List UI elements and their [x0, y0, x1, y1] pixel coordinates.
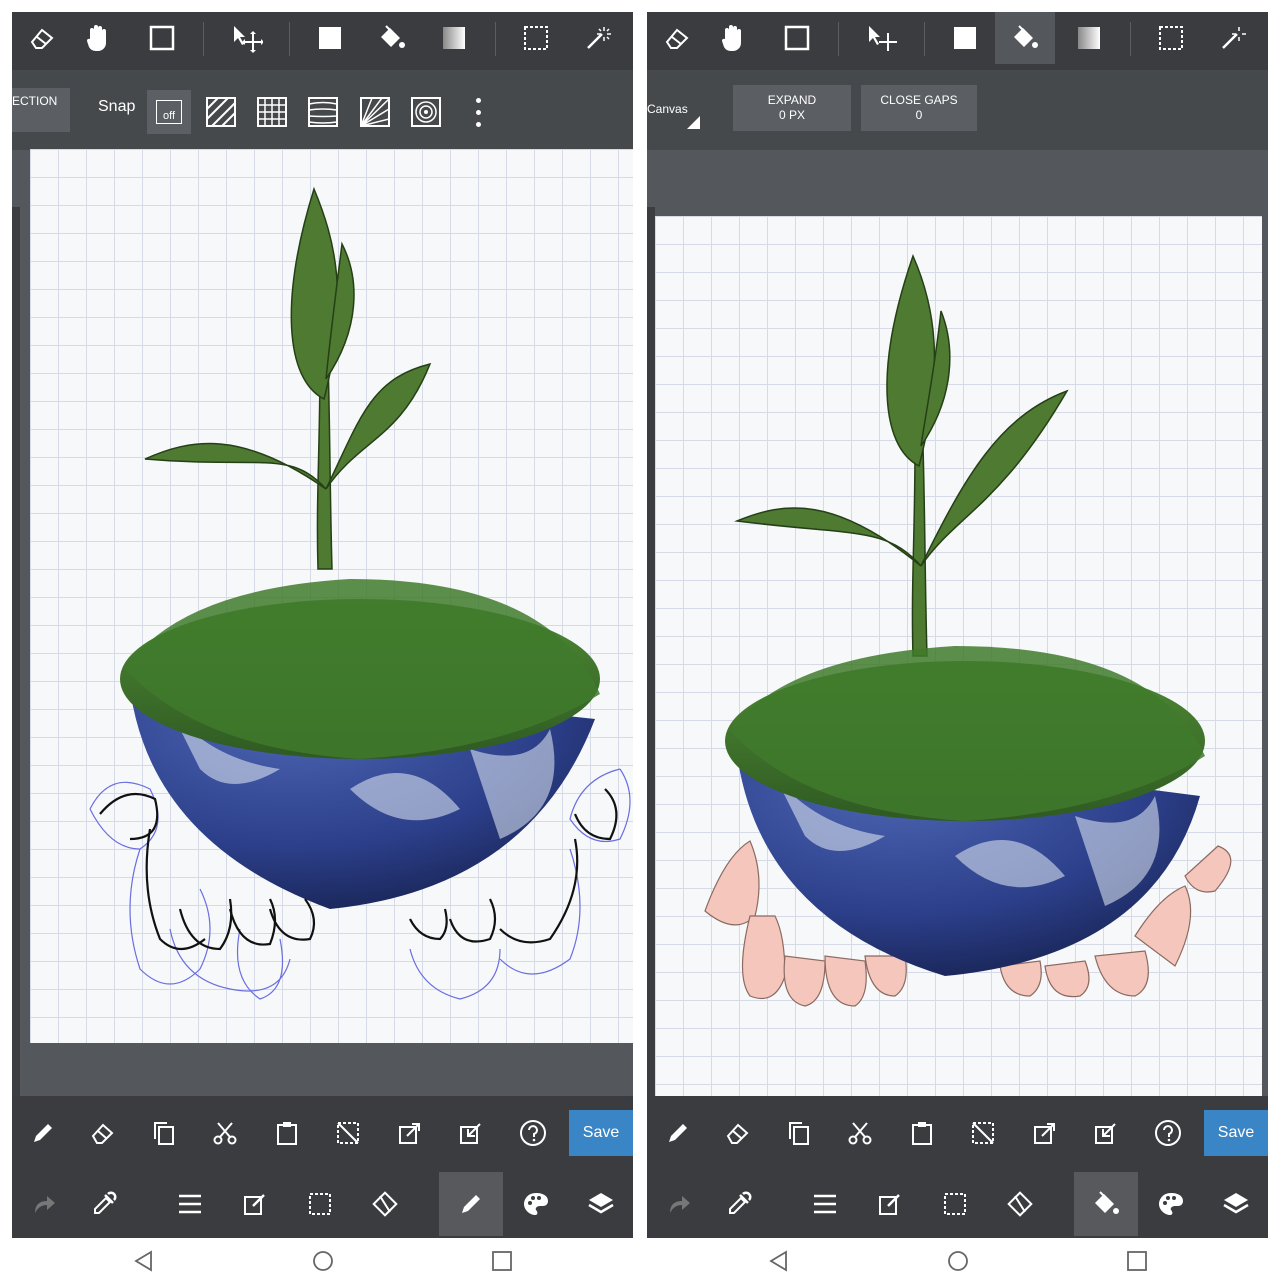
- help-icon[interactable]: [502, 1096, 564, 1170]
- artwork-sketch: [89, 186, 631, 1000]
- android-navbar: [647, 1238, 1268, 1280]
- export-icon[interactable]: [1014, 1096, 1076, 1170]
- selection-icon[interactable]: [288, 1172, 352, 1236]
- copy-icon[interactable]: [768, 1096, 830, 1170]
- transform-icon[interactable]: [353, 1172, 417, 1236]
- home-icon[interactable]: [938, 1246, 978, 1276]
- bucket-icon[interactable]: [995, 12, 1055, 64]
- rectangle-icon[interactable]: [767, 12, 827, 64]
- hand-icon[interactable]: [68, 12, 128, 64]
- android-navbar: [12, 1238, 633, 1280]
- drawing-canvas[interactable]: [30, 149, 633, 1043]
- right-screenshot: Canvas EXPAND 0 PX CLOSE GAPS 0 Save: [647, 12, 1268, 1280]
- bucket-fill-icon[interactable]: [1074, 1172, 1138, 1236]
- import-icon[interactable]: [1075, 1096, 1137, 1170]
- bucket-icon[interactable]: [362, 12, 422, 64]
- save-button[interactable]: Save: [1204, 1110, 1268, 1156]
- pen-icon[interactable]: [647, 1096, 709, 1170]
- eraser-icon[interactable]: [647, 12, 707, 64]
- edit-icon[interactable]: [858, 1172, 922, 1236]
- bottom-toolbar-secondary: [647, 1170, 1268, 1238]
- gradient-icon[interactable]: [1059, 12, 1119, 64]
- magic-wand-icon[interactable]: [568, 12, 628, 64]
- selection-mode-button[interactable]: ECTION: [12, 88, 70, 132]
- snap-perspective-icon[interactable]: [301, 90, 345, 134]
- redo-icon[interactable]: [12, 1172, 76, 1236]
- magic-wand-icon[interactable]: [1203, 12, 1263, 64]
- deselect-icon[interactable]: [952, 1096, 1014, 1170]
- palette-icon[interactable]: [1139, 1172, 1203, 1236]
- bottom-toolbar-secondary: [12, 1170, 633, 1238]
- layers-icon[interactable]: [1204, 1172, 1268, 1236]
- menu-icon[interactable]: [158, 1172, 222, 1236]
- expand-button[interactable]: EXPAND 0 PX: [733, 85, 851, 131]
- fill-square-icon[interactable]: [935, 12, 995, 64]
- snap-grid-icon[interactable]: [250, 90, 294, 134]
- recents-icon[interactable]: [482, 1246, 522, 1276]
- marquee-icon[interactable]: [1141, 12, 1201, 64]
- paste-icon[interactable]: [891, 1096, 953, 1170]
- rectangle-icon[interactable]: [132, 12, 192, 64]
- back-icon[interactable]: [124, 1246, 164, 1276]
- menu-icon[interactable]: [793, 1172, 857, 1236]
- eyedropper-icon[interactable]: [707, 1172, 771, 1236]
- recents-icon[interactable]: [1117, 1246, 1157, 1276]
- snap-radial-icon[interactable]: [353, 90, 397, 134]
- fill-options-bar: Canvas EXPAND 0 PX CLOSE GAPS 0: [647, 70, 1268, 150]
- eyedropper-icon[interactable]: [72, 1172, 136, 1236]
- snap-toolbar: ECTION Snap off: [12, 70, 633, 150]
- selection-icon[interactable]: [923, 1172, 987, 1236]
- canvas-mode-selector[interactable]: Canvas: [647, 92, 705, 132]
- save-button[interactable]: Save: [569, 1110, 633, 1156]
- color-strip: [12, 207, 20, 1097]
- palette-icon[interactable]: [504, 1172, 568, 1236]
- more-options-icon[interactable]: [468, 94, 488, 130]
- color-strip: [647, 207, 655, 1097]
- hand-icon[interactable]: [703, 12, 763, 64]
- pen-icon[interactable]: [12, 1096, 74, 1170]
- brush-icon[interactable]: [439, 1172, 503, 1236]
- top-toolbar: [647, 12, 1268, 70]
- copy-icon[interactable]: [133, 1096, 195, 1170]
- cut-icon[interactable]: [194, 1096, 256, 1170]
- back-icon[interactable]: [759, 1246, 799, 1276]
- snap-circle-icon[interactable]: [404, 90, 448, 134]
- bottom-toolbar-primary: Save: [647, 1096, 1268, 1170]
- left-screenshot: ECTION Snap off Save: [12, 12, 633, 1280]
- move-icon[interactable]: [852, 12, 912, 64]
- edit-icon[interactable]: [223, 1172, 287, 1236]
- home-icon[interactable]: [303, 1246, 343, 1276]
- eraser-icon[interactable]: [72, 1096, 134, 1170]
- layers-icon[interactable]: [569, 1172, 633, 1236]
- close-gaps-button[interactable]: CLOSE GAPS 0: [861, 85, 977, 131]
- import-icon[interactable]: [440, 1096, 502, 1170]
- fill-square-icon[interactable]: [300, 12, 360, 64]
- marquee-icon[interactable]: [506, 12, 566, 64]
- gradient-icon[interactable]: [424, 12, 484, 64]
- snap-label: Snap: [98, 98, 136, 115]
- move-icon[interactable]: [217, 12, 277, 64]
- cut-icon[interactable]: [829, 1096, 891, 1170]
- deselect-icon[interactable]: [317, 1096, 379, 1170]
- eraser-icon[interactable]: [12, 12, 72, 64]
- redo-icon[interactable]: [647, 1172, 711, 1236]
- paste-icon[interactable]: [256, 1096, 318, 1170]
- snap-off-button[interactable]: off: [147, 90, 191, 134]
- export-icon[interactable]: [379, 1096, 441, 1170]
- eraser-icon[interactable]: [707, 1096, 769, 1170]
- artwork-filled: [704, 253, 1232, 1007]
- bottom-toolbar-primary: Save: [12, 1096, 633, 1170]
- drawing-canvas[interactable]: [655, 216, 1262, 1098]
- snap-parallel-icon[interactable]: [199, 90, 243, 134]
- transform-icon[interactable]: [988, 1172, 1052, 1236]
- help-icon[interactable]: [1137, 1096, 1199, 1170]
- top-toolbar: [12, 12, 633, 70]
